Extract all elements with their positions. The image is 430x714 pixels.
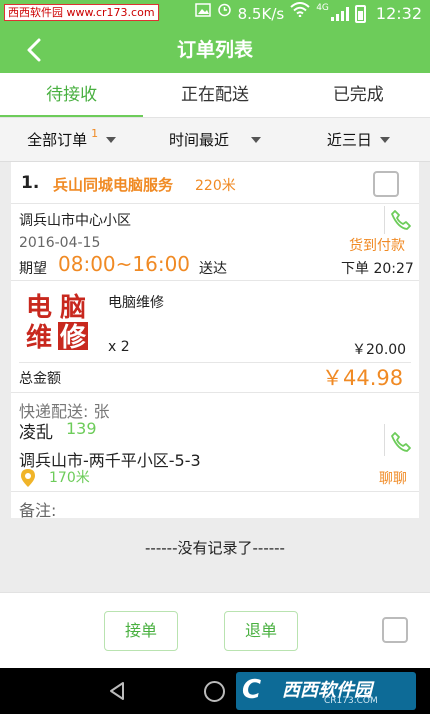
logo-subtext: CR173.COM [324,696,378,706]
receiver-distance: 170米 [49,470,90,486]
nav-back-icon[interactable] [108,681,128,701]
dropdown-arrow-icon [106,136,117,143]
app-header: 订单列表 [0,27,430,73]
tab-label: 待接收 [46,85,98,105]
watermark-logo: C 西西软件园 CR173.COM [236,672,416,710]
payment-method: 货到付款 [349,238,405,254]
action-bar: 接单 退单 [0,592,430,668]
reject-order-button[interactable]: 退单 [224,611,298,651]
network-type: 4G [316,3,329,13]
order-time: 下单 20:27 [341,261,414,277]
accept-order-button[interactable]: 接单 [104,611,178,651]
note-label: 备注: [19,501,57,520]
watermark-badge: 西西软件园 www.cr173.com [4,4,159,21]
gallery-icon [194,0,211,27]
logo-char: 维 [26,322,52,350]
wifi-icon [290,0,310,27]
filter-order-type[interactable]: 全部订单 1 [0,118,143,161]
expect-label: 期望 [19,261,47,277]
logo-char: 修 [59,322,87,350]
divider [11,203,419,204]
tab-label: 已完成 [332,85,384,105]
tab-label: 正在配送 [180,85,249,105]
select-all-checkbox[interactable] [382,617,408,643]
tab-delivering[interactable]: 正在配送 [143,73,286,117]
order-status-tabs: 待接收 正在配送 已完成 [0,73,430,118]
filter-sort[interactable]: 时间最近 [143,118,286,161]
divider [11,280,419,281]
location-pin-icon [21,469,35,487]
deliver-label: 送达 [199,261,227,277]
clock: 12:32 [375,4,422,23]
logo-char: 电 [26,293,52,323]
nav-home-icon[interactable] [204,681,225,702]
filter-label: 近三日 [326,131,372,149]
status-bar: 西西软件园 www.cr173.com 8.5K/s 4G 12:32 [0,0,430,27]
system-nav-bar: C 西西软件园 CR173.COM [0,668,430,714]
shop-name[interactable]: 兵山同城电脑服务 [53,174,173,195]
signal-icon [330,6,349,21]
battery-icon [354,4,366,23]
goods-price: ￥20.00 [352,342,407,358]
shop-distance: 220米 [195,178,236,194]
filter-bar: 全部订单 1 时间最近 近三日 [0,118,430,162]
divider [11,491,419,492]
alarm-icon [217,0,232,27]
dropdown-arrow-icon [251,136,261,143]
order-select-checkbox[interactable] [373,171,399,197]
tab-completed[interactable]: 已完成 [287,73,430,117]
shop-address: 调兵山市中心小区 [19,213,131,229]
divider [384,206,385,234]
status-icons: 8.5K/s 4G 12:32 [194,0,422,27]
tab-pending[interactable]: 待接收 [0,73,143,117]
net-speed: 8.5K/s [237,4,285,23]
filter-range[interactable]: 近三日 [287,118,430,161]
page-title: 订单列表 [176,39,253,61]
receiver-phone: 139 [66,419,97,438]
receiver-address: 调兵山市-两千平小区-5-3 [19,451,201,470]
filter-count-badge: 1 [91,127,99,140]
list-end-text: ------没有记录了------ [145,539,285,557]
logo-mark: C [242,675,262,705]
divider [11,392,419,393]
total-amount: ￥44.98 [322,366,404,390]
phone-icon[interactable] [390,209,412,231]
order-index: 1. [21,173,40,193]
total-label: 总金额 [19,371,61,387]
goods-name: 电脑维修 [108,295,164,311]
divider [384,424,385,456]
goods-logo-icon: 电 脑 维 修 [26,293,88,350]
phone-icon[interactable] [390,431,412,453]
expect-time: 08:00~16:00 [58,252,191,276]
filter-label: 全部订单 [27,131,88,149]
chat-button[interactable]: 聊聊 [379,468,407,488]
tab-active-indicator [0,115,143,117]
goods-quantity: x 2 [108,339,130,355]
order-card[interactable]: 1. 兵山同城电脑服务 220米 调兵山市中心小区 2016-04-15 货到付… [11,162,419,520]
dropdown-arrow-icon [379,136,390,143]
receiver-name: 凌乱 [19,423,53,443]
order-date: 2016-04-15 [19,235,101,251]
filter-label: 时间最近 [168,131,229,149]
logo-char: 脑 [60,293,86,323]
